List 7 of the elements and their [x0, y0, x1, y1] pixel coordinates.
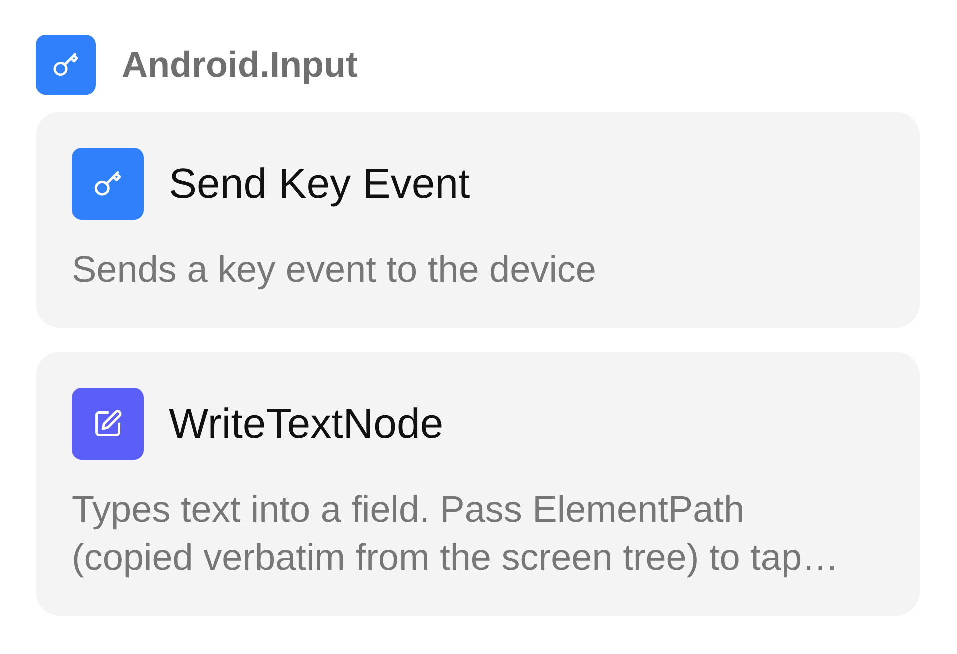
node-card[interactable]: Send Key Event Sends a key event to the device	[36, 112, 920, 328]
node-title: WriteTextNode	[169, 400, 444, 448]
node-card[interactable]: WriteTextNode Types text into a field. Pass ElementPath (copied verbatim from the screen tree) to tap…	[36, 352, 920, 616]
node-description: Sends a key event to the device	[72, 248, 598, 292]
node-title: Send Key Event	[169, 160, 470, 208]
node-description: Types text into a field. Pass ElementPath (copied verbatim from the screen tree) to tap…	[72, 488, 840, 580]
group-title: Android.Input	[122, 44, 358, 86]
